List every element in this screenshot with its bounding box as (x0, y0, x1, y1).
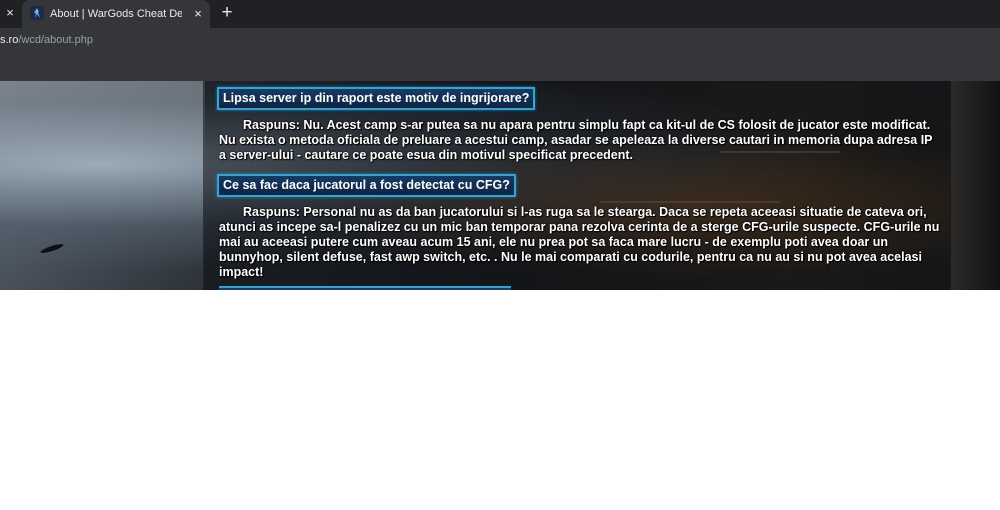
close-icon[interactable]: × (190, 6, 206, 22)
faq-answer: Raspuns: Nu. Acest camp s-ar putea sa nu… (219, 118, 933, 162)
browser-tab-active[interactable]: About | WarGods Cheat Defender × (22, 0, 210, 28)
background-art (950, 81, 1000, 290)
faq-question: Lipsa server ip din raport este motiv de… (217, 87, 536, 110)
background-art (0, 81, 205, 290)
url-text[interactable]: s.ro/wcd/about.php (0, 33, 93, 47)
new-tab-icon[interactable]: + (217, 3, 237, 23)
browser-tabstrip: × About | WarGods Cheat Defender × + (0, 0, 1000, 28)
url-path: /wcd/about.php (18, 34, 93, 46)
tab-title: About | WarGods Cheat Defender (50, 8, 182, 20)
url-host: s.ro (0, 34, 19, 46)
bookmarks-bar (0, 52, 1000, 82)
faq-answer: Raspuns: Personal nu as da ban jucatorul… (219, 205, 940, 279)
site-favicon-icon (30, 6, 44, 20)
address-bar[interactable]: s.ro/wcd/about.php (0, 28, 1000, 52)
faq-question: Ce sa fac daca jucatorul a fost detectat… (217, 174, 516, 197)
faq-content: Lipsa server ip din raport este motiv de… (203, 81, 951, 290)
page-viewport: Lipsa server ip din raport este motiv de… (0, 81, 1000, 290)
faq-question-partial (219, 286, 511, 290)
close-icon[interactable]: × (2, 5, 18, 21)
